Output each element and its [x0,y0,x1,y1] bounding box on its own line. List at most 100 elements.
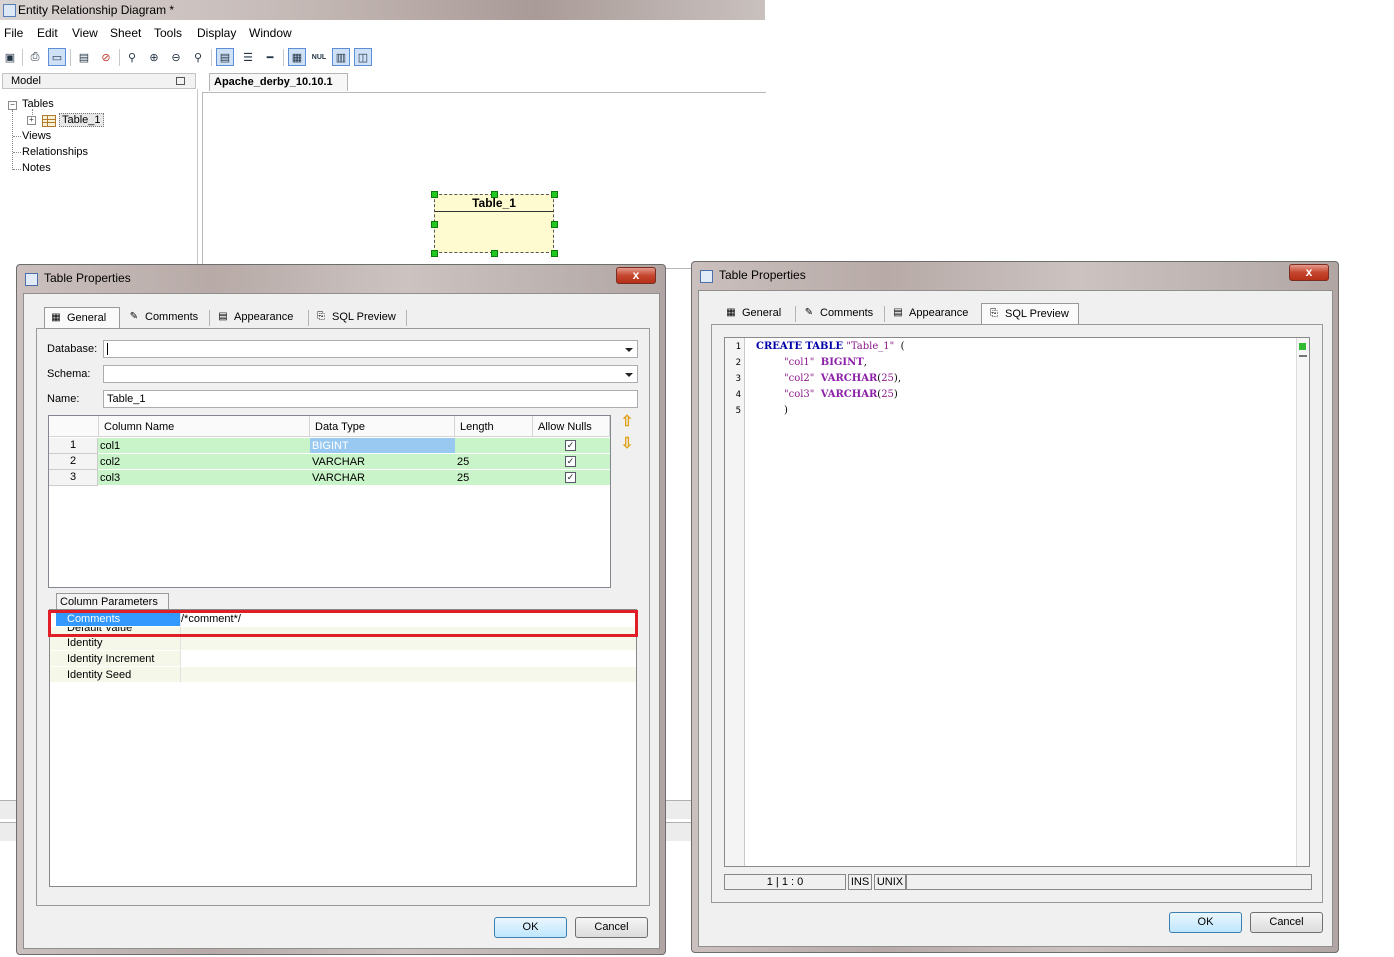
tab-sql-preview[interactable]: ⎘ SQL Preview [981,303,1079,325]
type-view-icon[interactable]: ▦ [288,48,306,66]
param-row-identity-seed[interactable]: Identity Seed [50,667,636,683]
resize-handle[interactable] [551,250,558,257]
allow-nulls-checkbox[interactable]: ✓ [565,472,576,483]
tree-node-relationships[interactable]: Relationships [22,146,88,158]
database-select[interactable] [103,340,638,358]
table-row[interactable]: 3 col3 VARCHAR 25 ✓ [49,470,610,486]
move-down-icon[interactable]: ⇩ [620,436,634,452]
window-title: Entity Relationship Diagram * [18,3,175,17]
param-value[interactable] [180,667,636,683]
menu-window[interactable]: Window [249,26,292,40]
resize-handle[interactable] [491,191,498,198]
column-header-name[interactable]: Column Name [99,416,310,437]
zoom-out-icon[interactable]: ⊖ [167,48,185,66]
name-input[interactable]: Table_1 [103,390,638,408]
param-row-identity[interactable]: Identity [50,635,636,651]
cancel-button[interactable]: Cancel [1250,912,1323,933]
sql-editor[interactable]: 1 2 3 4 5 CREATE TABLE "Table_1" ( "col1… [724,337,1310,867]
close-button[interactable]: x [1289,264,1329,281]
zoom-in-icon[interactable]: ⊕ [145,48,163,66]
expand-icon[interactable]: + [27,116,36,125]
tab-comments[interactable]: ✎ Comments [803,303,889,324]
print-icon[interactable]: ⎙ [26,48,44,66]
entity-divider [435,211,553,212]
table-view-icon[interactable]: ▤ [216,48,234,66]
relation-view-icon[interactable]: ◫ [354,48,372,66]
column-name-cell[interactable]: col1 [98,438,310,454]
tab-sql-preview[interactable]: ⎘ SQL Preview [315,307,410,328]
document-tab[interactable]: Apache_derby_10.10.1 [209,73,348,91]
tab-appearance[interactable]: ▤ Appearance [217,307,307,328]
menu-display[interactable]: Display [197,26,236,40]
tab-comments[interactable]: ✎ Comments [128,307,214,328]
collapse-icon[interactable]: − [8,101,17,110]
tree-node-notes[interactable]: Notes [22,162,51,174]
resize-handle[interactable] [431,191,438,198]
ok-button[interactable]: OK [1169,912,1242,933]
move-up-icon[interactable]: ⇧ [620,414,634,430]
param-value[interactable] [180,635,636,651]
dialog-icon [700,270,713,283]
length-cell[interactable]: 25 [455,470,533,486]
cancel-button[interactable]: Cancel [575,917,648,938]
sql-punct: ( [894,341,905,352]
entity-table-1[interactable]: Table_1 [434,194,554,253]
column-header-length[interactable]: Length [455,416,533,437]
format-icon[interactable]: ▤ [75,48,93,66]
tab-general[interactable]: ▦ General [44,307,120,329]
menu-file[interactable]: File [4,26,23,40]
data-type-cell[interactable]: VARCHAR [310,454,455,470]
tab-general[interactable]: ▦ General [725,303,795,324]
stop-icon[interactable]: ⊘ [97,48,115,66]
tree-guide [12,110,13,170]
appearance-icon: ▤ [893,307,903,318]
menu-view[interactable]: View [72,26,98,40]
editor-status-bar: 1 | 1 : 0 INS UNIX [724,874,1312,890]
column-name-cell[interactable]: col2 [98,454,310,470]
menu-tools[interactable]: Tools [154,26,182,40]
line-icon[interactable]: ━ [261,48,279,66]
tree-node-tables[interactable]: Tables [22,98,54,110]
menu-sheet[interactable]: Sheet [110,26,141,40]
column-name-cell[interactable]: col3 [98,470,310,486]
page-view-icon[interactable]: ▭ [48,48,66,66]
tree-node-table-1[interactable]: Table_1 [59,113,104,127]
schema-select[interactable] [103,365,638,383]
data-type-cell[interactable]: BIGINT [310,438,455,454]
table-properties-dialog-sql: Table Properties x ▦ General ✎ Comments … [691,261,1339,953]
comment-view-icon[interactable]: ▥ [332,48,350,66]
length-cell[interactable]: 25 [455,454,533,470]
column-parameters-tab[interactable]: Column Parameters [56,593,169,609]
resize-handle[interactable] [551,221,558,228]
allow-nulls-checkbox[interactable]: ✓ [565,456,576,467]
zoom-fit-icon[interactable]: ⚲ [123,48,141,66]
table-row[interactable]: 1 col1 BIGINT ✓ [49,438,610,454]
tab-appearance[interactable]: ▤ Appearance [892,303,982,324]
menu-edit[interactable]: Edit [37,26,58,40]
zoom-icon[interactable]: ⚲ [189,48,207,66]
maximize-icon[interactable] [176,77,185,85]
columns-icon[interactable]: ☰ [239,48,257,66]
resize-handle[interactable] [491,250,498,257]
table-row[interactable]: 2 col2 VARCHAR 25 ✓ [49,454,610,470]
tab-label: Comments [145,311,199,323]
column-header-nulls[interactable]: Allow Nulls [533,416,610,437]
save-icon[interactable]: ▣ [1,48,19,66]
tree-node-views[interactable]: Views [22,130,51,142]
close-button[interactable]: x [616,267,656,284]
data-type-cell[interactable]: VARCHAR [310,470,455,486]
param-value[interactable] [180,651,636,667]
null-icon[interactable]: NUL [310,48,328,66]
resize-handle[interactable] [431,250,438,257]
resize-handle[interactable] [431,221,438,228]
param-row-identity-increment[interactable]: Identity Increment [50,651,636,667]
length-cell[interactable] [455,438,533,454]
sql-type: VARCHAR [820,389,878,400]
resize-handle[interactable] [551,191,558,198]
tab-label: SQL Preview [332,311,396,323]
sql-string: "col2" [784,373,815,384]
sql-string: "col1" [784,357,815,368]
ok-button[interactable]: OK [494,917,567,938]
allow-nulls-checkbox[interactable]: ✓ [565,440,576,451]
column-header-type[interactable]: Data Type [310,416,455,437]
